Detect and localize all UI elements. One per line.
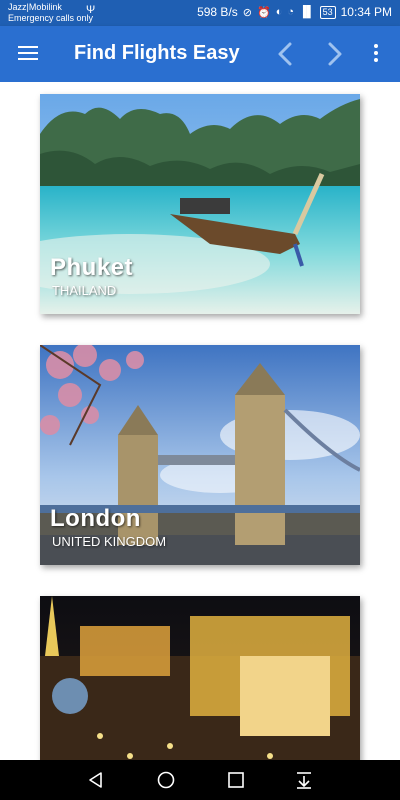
wifi-icon: ◔ bbox=[287, 6, 295, 18]
carrier-info: Jazz|Mobilink Emergency calls only bbox=[8, 2, 93, 24]
status-icons: 598 B/s ⊘ ⏰ ◐ ◔ ▐▌ 53 10:34 PM bbox=[197, 5, 392, 19]
usb-icon: Ψ bbox=[86, 4, 96, 16]
battery-level: 53 bbox=[322, 6, 333, 17]
notification-pull-down-icon[interactable] bbox=[294, 770, 314, 790]
home-icon[interactable] bbox=[156, 770, 176, 790]
recent-apps-icon[interactable] bbox=[226, 770, 246, 790]
destination-card-london[interactable]: London UNITED KINGDOM bbox=[40, 345, 360, 565]
las-vegas-image bbox=[40, 596, 360, 760]
destination-city: London bbox=[50, 505, 141, 532]
do-not-disturb-icon: ◐ bbox=[275, 6, 283, 18]
emergency-calls-label: Emergency calls only bbox=[8, 13, 94, 23]
destination-card-phuket[interactable]: Phuket THAILAND bbox=[40, 94, 360, 314]
destination-city: Phuket bbox=[50, 254, 134, 281]
destination-card-3[interactable] bbox=[40, 596, 360, 760]
chevron-left-icon[interactable] bbox=[272, 40, 300, 68]
back-icon[interactable] bbox=[86, 770, 106, 790]
alarm-icon: ⏰ bbox=[257, 6, 271, 19]
destination-list: Phuket THAILAND London UNITED KINGDOM bbox=[0, 82, 400, 760]
destination-country: THAILAND bbox=[52, 283, 117, 298]
destination-country: UNITED KINGDOM bbox=[52, 534, 167, 549]
network-speed: 598 B/s bbox=[197, 5, 238, 19]
chevron-right-icon[interactable] bbox=[320, 40, 348, 68]
battery-icon: 53 bbox=[319, 5, 336, 19]
more-options-icon[interactable] bbox=[368, 41, 384, 67]
app-bar: Find Flights Easy bbox=[0, 26, 400, 82]
clock: 10:34 PM bbox=[340, 5, 392, 19]
signal-icon: ▐▌ bbox=[299, 6, 315, 18]
carrier-name: Jazz|Mobilink bbox=[8, 2, 62, 12]
hamburger-menu-icon[interactable] bbox=[16, 42, 40, 66]
page-title: Find Flights Easy bbox=[74, 42, 240, 64]
system-navigation-bar bbox=[0, 760, 400, 800]
status-bar: Jazz|Mobilink Emergency calls only Ψ 598… bbox=[0, 0, 400, 26]
mute-icon: ⊘ bbox=[242, 6, 252, 19]
